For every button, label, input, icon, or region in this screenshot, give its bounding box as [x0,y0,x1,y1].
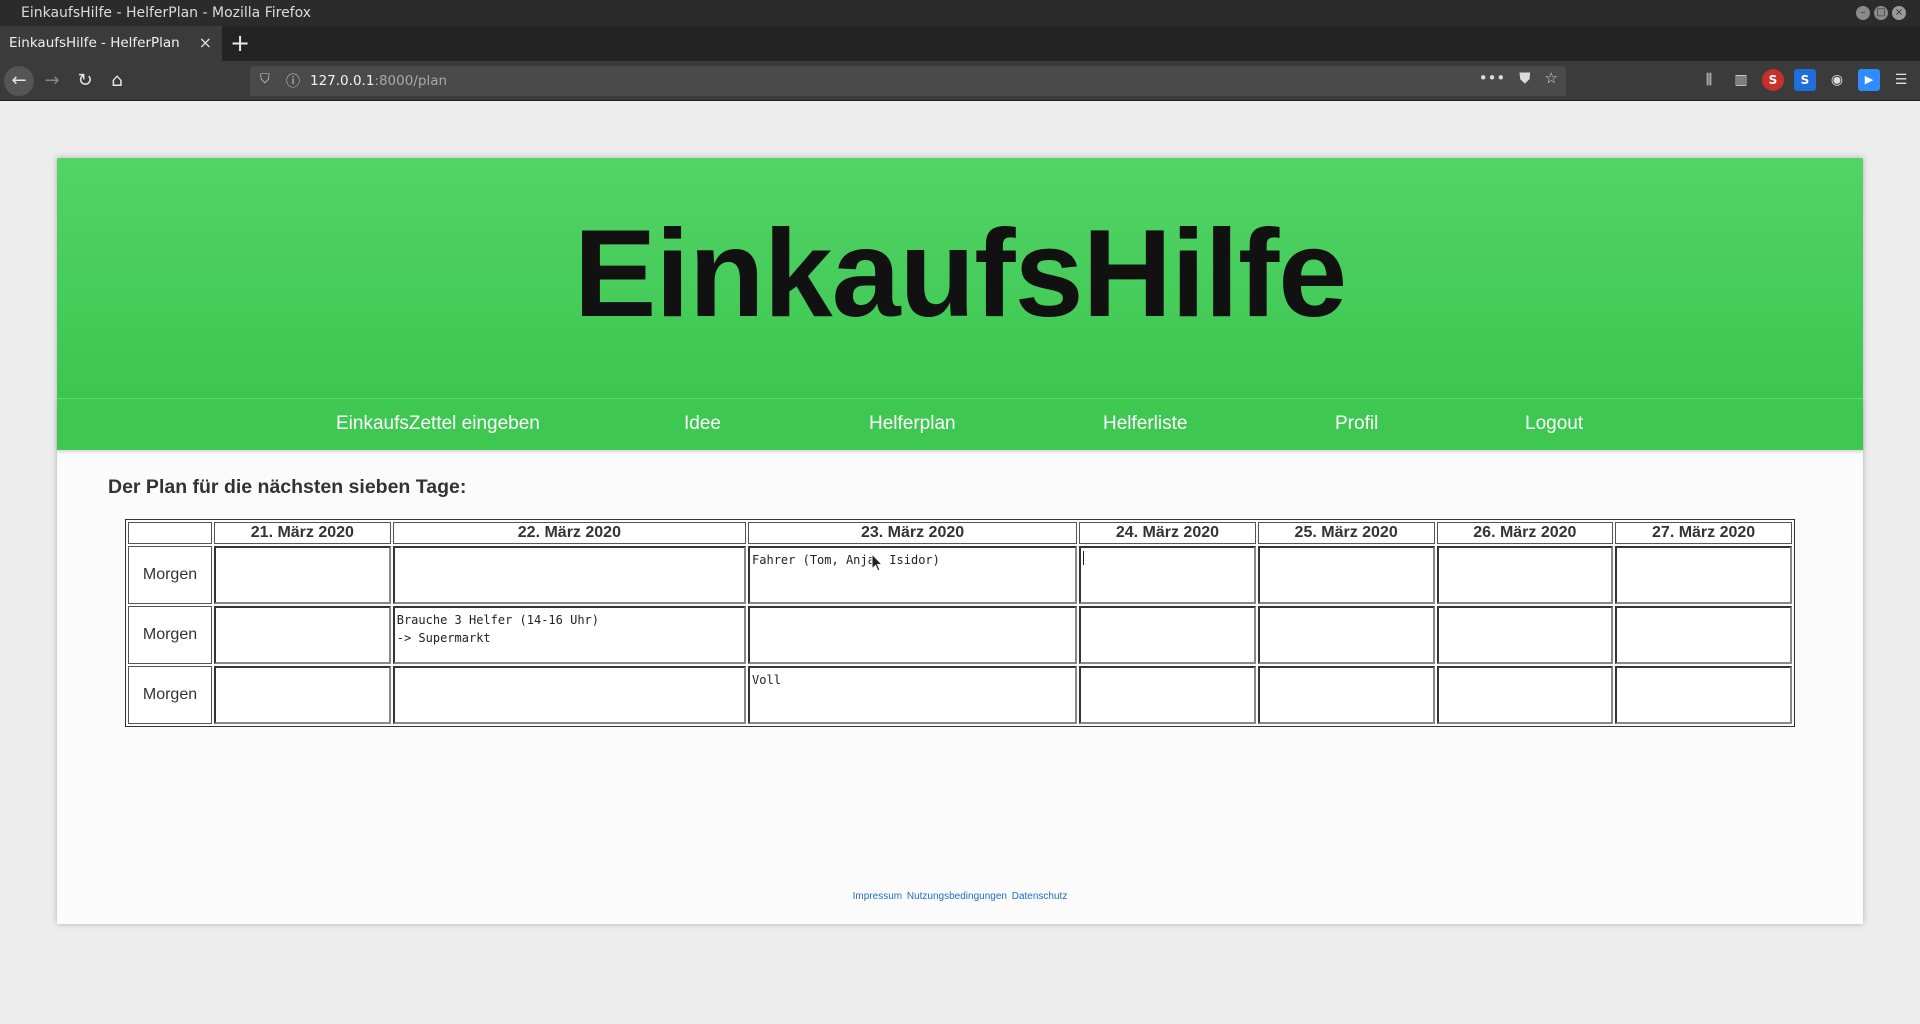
tab-label: EinkaufsHilfe - HelferPlan [9,35,180,51]
reload-icon[interactable]: ↻ [70,66,100,96]
close-tab-icon[interactable]: × [199,33,212,52]
plan-cell[interactable] [214,606,391,664]
menu-item-profil[interactable]: Profil [1335,413,1378,435]
address-bar[interactable]: ⛉ ⓘ 127.0.0.1:8000/plan ••• ⛊ ☆ [250,66,1566,96]
plan-cell[interactable] [1436,606,1614,664]
table-header-row: 21. März 2020 22. März 2020 23. März 202… [128,522,1792,544]
cell-text [1083,551,1085,565]
plan-cell[interactable] [392,666,747,724]
plan-cell[interactable]: Brauche 3 Helfer (14-16 Uhr) -> Supermar… [392,606,747,664]
window-controls: – □ × [1856,6,1906,20]
plan-cell[interactable] [1079,666,1256,724]
day-header: 24. März 2020 [1079,522,1256,544]
site-header: EinkaufsHilfe [57,158,1863,398]
plan-heading: Der Plan für die nächsten sieben Tage: [108,476,467,498]
site-title: EinkaufsHilfe [573,205,1348,343]
library-icon[interactable]: ⫼ [1698,69,1720,91]
menu-item-logout[interactable]: Logout [1525,413,1583,435]
plan-cell[interactable] [1615,666,1792,724]
table-row: Morgen Voll [128,666,1792,724]
bookmark-star-icon[interactable]: ☆ [1545,69,1558,87]
menu-item-idee[interactable]: Idee [684,413,721,435]
row-label: Morgen [128,606,212,664]
pocket-icon[interactable]: ⛊ [1519,69,1530,87]
day-header: 21. März 2020 [214,522,391,544]
table-row: Morgen Brauche 3 Helfer (14-16 Uhr) -> S… [128,606,1792,664]
main-menu: EinkaufsZettel eingeben Idee Helferplan … [57,398,1863,450]
plan-cell[interactable] [1615,546,1792,604]
new-tab-icon[interactable]: + [230,29,250,57]
plan-cell[interactable] [1615,606,1792,664]
tab-active[interactable]: EinkaufsHilfe - HelferPlan × [0,26,222,61]
mouse-pointer-icon [871,553,883,572]
footer-links: Impressum Nutzungsbedingungen Datenschut… [57,891,1863,902]
cell-text: Voll [752,673,781,687]
menu-icon[interactable]: ☰ [1890,69,1912,91]
corner-header [128,522,212,544]
helper-plan-table: 21. März 2020 22. März 2020 23. März 202… [125,519,1795,727]
sidebar-icon[interactable]: ▥ [1730,69,1752,91]
plan-cell[interactable]: Fahrer (Tom, Anja, Isidor) [748,546,1078,604]
plan-cell[interactable] [392,546,747,604]
plan-cell[interactable] [1436,546,1614,604]
plan-cell[interactable]: Voll [748,666,1078,724]
plan-cell[interactable] [1079,606,1256,664]
tracking-shield-icon[interactable]: ⛉ [260,72,272,88]
extension-s-icon[interactable]: S [1762,69,1784,91]
row-label: Morgen [128,546,212,604]
plan-cell[interactable] [1257,606,1435,664]
toolbar-right: ⫼ ▥ S S ◉ ▶ ☰ [1698,69,1912,91]
footer-link-datenschutz[interactable]: Datenschutz [1012,891,1068,902]
skype-icon[interactable]: S [1794,69,1816,91]
menu-item-helferplan[interactable]: Helferplan [869,413,956,435]
day-header: 25. März 2020 [1257,522,1435,544]
footer-link-nutzungsbedingungen[interactable]: Nutzungsbedingungen [907,891,1007,902]
url-actions: ••• ⛊ ☆ [1479,69,1558,87]
plan-cell-focused[interactable] [1079,546,1256,604]
day-header: 23. März 2020 [748,522,1078,544]
minimize-icon[interactable]: – [1856,6,1870,20]
table-row: Morgen Fahrer (Tom, Anja, Isidor) [128,546,1792,604]
day-header: 22. März 2020 [392,522,747,544]
plan-cell[interactable] [214,546,391,604]
cell-text: Brauche 3 Helfer (14-16 Uhr) -> Supermar… [396,613,600,645]
back-arrow-icon[interactable]: ← [4,66,34,96]
page-actions-icon[interactable]: ••• [1479,69,1506,87]
plan-cell[interactable] [214,666,391,724]
url-host: 127.0.0.1 [310,73,375,89]
tab-bar: EinkaufsHilfe - HelferPlan × + [0,26,1920,61]
day-header: 27. März 2020 [1615,522,1792,544]
navigation-toolbar: ← → ↻ ⌂ ⛉ ⓘ 127.0.0.1:8000/plan ••• ⛊ ☆ … [0,61,1920,101]
plan-cell[interactable] [1257,546,1435,604]
url-text[interactable]: 127.0.0.1:8000/plan [310,73,447,89]
url-path: :8000/plan [374,73,448,89]
home-icon[interactable]: ⌂ [102,66,132,96]
window-titlebar: EinkaufsHilfe - HelferPlan - Mozilla Fir… [0,0,1920,26]
zoom-icon[interactable]: ▶ [1858,69,1880,91]
close-window-icon[interactable]: × [1892,6,1906,20]
menu-item-einkaufszettel[interactable]: EinkaufsZettel eingeben [336,413,540,435]
cell-text: Fahrer (Tom, Anja, Isidor) [752,553,940,567]
plan-cell[interactable] [1257,666,1435,724]
row-label: Morgen [128,666,212,724]
window-title: EinkaufsHilfe - HelferPlan - Mozilla Fir… [21,5,312,21]
page-card: EinkaufsHilfe EinkaufsZettel eingeben Id… [57,158,1863,924]
plan-cell[interactable] [1436,666,1614,724]
footer-link-impressum[interactable]: Impressum [853,891,902,902]
site-info-icon[interactable]: ⓘ [286,71,300,91]
account-icon[interactable]: ◉ [1826,69,1848,91]
maximize-icon[interactable]: □ [1874,6,1888,20]
plan-cell[interactable] [748,606,1078,664]
forward-arrow-icon[interactable]: → [37,66,67,96]
day-header: 26. März 2020 [1436,522,1614,544]
menu-item-helferliste[interactable]: Helferliste [1103,413,1187,435]
